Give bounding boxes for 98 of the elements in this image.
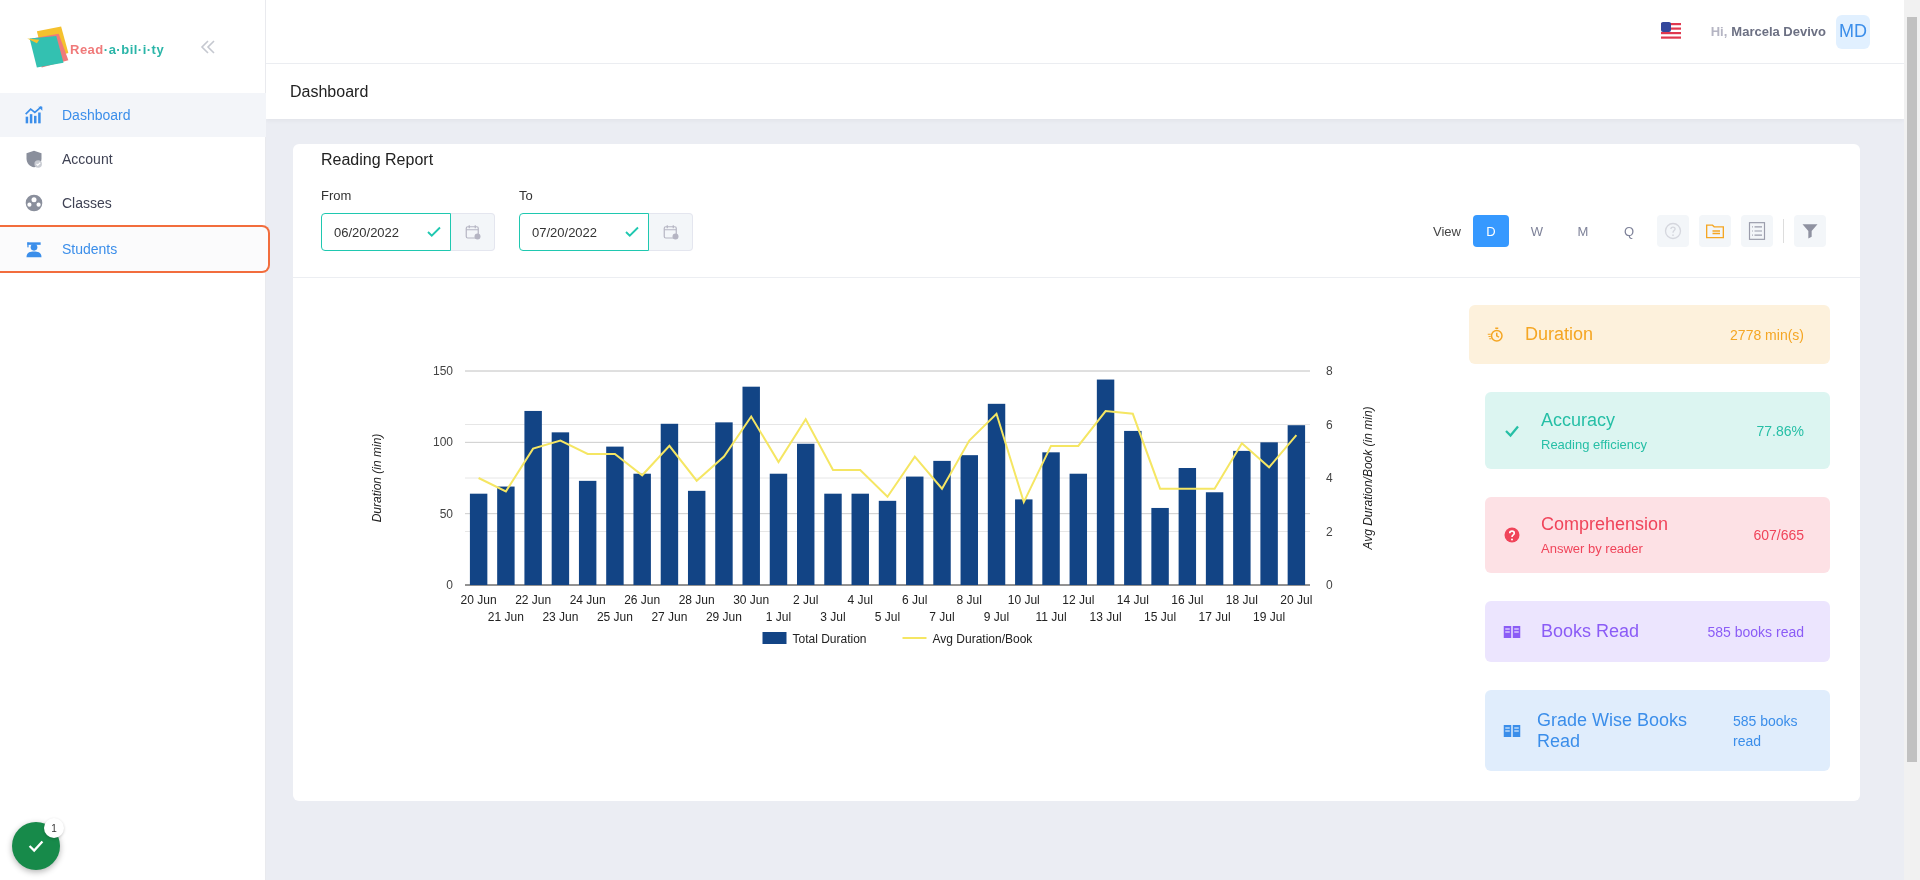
- status-button[interactable]: [12, 822, 60, 870]
- axis-title: Duration (in min): [370, 433, 384, 523]
- calendar-button[interactable]: [649, 213, 693, 251]
- legend-item[interactable]: Total Duration: [762, 632, 867, 646]
- logo-text: Read·a·bil·i·ty: [70, 42, 165, 57]
- tick-label: 13 Jul: [1089, 610, 1122, 624]
- stat-value: 585 books read: [1707, 623, 1804, 640]
- page-title: Dashboard: [266, 64, 1904, 119]
- calendar-icon: [661, 223, 680, 241]
- flag-icon[interactable]: [1660, 21, 1681, 42]
- tick-label: 29 Jun: [705, 610, 742, 624]
- tick-label: 26 Jun: [624, 593, 661, 607]
- sidebar-item[interactable]: Classes: [0, 181, 266, 225]
- tick-label: 10 Jul: [1007, 593, 1040, 607]
- tick-label: 4: [1326, 471, 1333, 485]
- stat-title: Accuracy: [1541, 409, 1617, 431]
- scrollbar[interactable]: [1904, 0, 1920, 880]
- tick-label: 19 Jul: [1253, 610, 1286, 624]
- tick-label: 23 Jun: [542, 610, 579, 624]
- tick-label: 150: [432, 364, 453, 378]
- tick-label: 20 Jun: [460, 593, 497, 607]
- view-label: View: [1433, 223, 1461, 239]
- tick-label: 25 Jun: [596, 610, 633, 624]
- shield-icon: [24, 149, 44, 169]
- tick-label: 4 Jul: [847, 593, 873, 607]
- question-icon: [1503, 526, 1521, 544]
- view-tab[interactable]: M: [1565, 215, 1601, 247]
- tick-label: 100: [432, 435, 453, 450]
- view-tab[interactable]: W: [1519, 215, 1555, 247]
- tick-label: 12 Jul: [1062, 593, 1095, 607]
- chart-icon: [24, 105, 44, 125]
- tick-label: 28 Jun: [678, 593, 715, 607]
- date-field[interactable]: 07/20/2022: [519, 213, 649, 251]
- field-label: To: [519, 188, 534, 203]
- tick-label: 24 Jun: [569, 593, 606, 607]
- list-icon: [1747, 221, 1767, 241]
- tick-label: 5 Jul: [874, 610, 901, 624]
- tick-label: 6 Jul: [902, 593, 928, 607]
- tick-label: 7 Jul: [929, 610, 955, 624]
- tick-label: 8: [1326, 364, 1333, 378]
- sidebar-item[interactable]: Dashboard: [0, 93, 266, 137]
- legend-label: Avg Duration/Book: [932, 632, 1034, 646]
- tick-label: 3 Jul: [820, 610, 846, 624]
- stat-title: Grade Wise Books Read: [1537, 709, 1689, 752]
- help-button[interactable]: [1657, 215, 1689, 247]
- tick-label: 9 Jul: [983, 610, 1010, 624]
- stopwatch-icon: [1487, 325, 1505, 344]
- calendar-button[interactable]: [451, 213, 495, 251]
- stat-value: 2778 min(s): [1730, 326, 1804, 343]
- legend-item[interactable]: Avg Duration/Book: [901, 632, 1033, 646]
- tick-label: 50: [439, 506, 453, 521]
- student-icon: [24, 239, 44, 259]
- folder-button[interactable]: [1699, 215, 1731, 247]
- sidebar-item[interactable]: Account: [0, 137, 266, 181]
- tick-label: 11 Jul: [1035, 610, 1067, 624]
- stat-value: 77.86%: [1756, 422, 1804, 439]
- list-button[interactable]: [1741, 215, 1773, 247]
- tick-label: 6: [1326, 417, 1333, 432]
- sidebar-item[interactable]: Students: [0, 225, 270, 273]
- tick-label: 0: [1326, 578, 1333, 592]
- help-icon: [1663, 221, 1683, 241]
- tick-label: 2 Jul: [793, 593, 819, 607]
- calendar-icon: [463, 223, 482, 241]
- tick-label: 30 Jun: [733, 593, 770, 607]
- tick-label: 17 Jul: [1198, 610, 1231, 624]
- tick-label: 8 Jul: [956, 593, 982, 607]
- notification-badge: 1: [44, 818, 64, 838]
- view-tab[interactable]: D: [1473, 215, 1509, 247]
- stat-subtitle: Reading efficiency: [1541, 436, 1648, 452]
- tick-label: 27 Jun: [651, 610, 688, 624]
- tick-label: 22 Jun: [515, 593, 552, 607]
- user-name: Marcela Devivo: [1731, 24, 1826, 39]
- tick-label: 14 Jul: [1116, 593, 1149, 607]
- stat-value: 607/665: [1753, 527, 1804, 543]
- field-label: From: [321, 188, 353, 203]
- filter-button[interactable]: [1794, 215, 1826, 247]
- stat-title: Duration: [1525, 324, 1595, 345]
- user-avatar[interactable]: MD: [1836, 14, 1870, 49]
- greeting-text: Hi,: [1710, 24, 1728, 39]
- tick-label: 1 Jul: [765, 610, 792, 624]
- stat-subtitle: Answer by reader: [1541, 541, 1644, 556]
- tick-label: 21 Jun: [487, 610, 524, 624]
- tick-label: 2: [1326, 524, 1333, 539]
- axis-title: Avg Duration/Book (in min): [1361, 406, 1375, 550]
- group-icon: [24, 193, 44, 213]
- date-field[interactable]: 06/20/2022: [321, 213, 451, 251]
- tick-label: 20 Jul: [1280, 593, 1313, 607]
- legend-label: Total Duration: [792, 632, 867, 646]
- stat-title: Comprehension: [1541, 514, 1670, 535]
- report-title: Reading Report: [321, 151, 434, 169]
- filter-icon: [1800, 221, 1820, 241]
- tick-label: 0: [446, 578, 453, 592]
- stat-title: Books Read: [1541, 621, 1641, 642]
- tick-label: 16 Jul: [1171, 593, 1204, 607]
- tick-label: 18 Jul: [1225, 593, 1258, 607]
- view-tab[interactable]: Q: [1611, 215, 1647, 247]
- stat-value: 585 books read: [1733, 711, 1799, 751]
- tick-label: 15 Jul: [1144, 610, 1177, 624]
